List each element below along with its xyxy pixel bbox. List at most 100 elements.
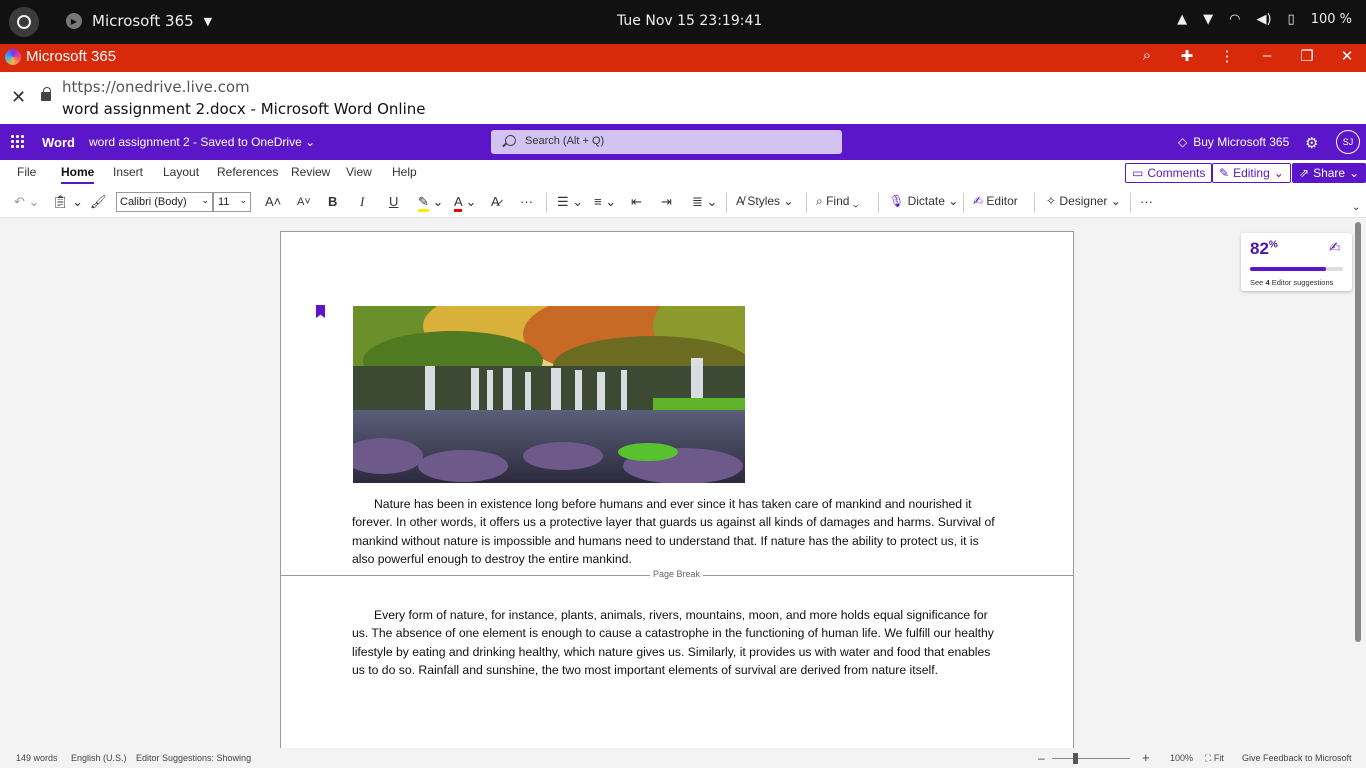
waterfall-image[interactable] [353,306,745,483]
designer-label: Designer [1059,194,1108,208]
fit-icon: ⛶ [1205,753,1212,763]
grow-font-icon[interactable]: A˄ [265,194,281,209]
battery-icon: ▯ [1287,12,1295,27]
chevron-down-icon: ⌄ [1273,166,1284,180]
tab-layout[interactable]: Layout [163,165,199,179]
maximize-icon[interactable]: ❐ [1296,47,1318,65]
designer-button[interactable]: ✧ Designer ⌄ [1046,194,1121,208]
active-app-name: Microsoft 365 [92,12,194,30]
active-app-menu[interactable]: ▶ Microsoft 365 ▼ [66,12,212,30]
dictate-button[interactable]: 🎙︎ Dictate ⌄ [889,194,958,208]
paragraph-2[interactable]: Every form of nature, for instance, plan… [352,606,1004,679]
word-count[interactable]: 149 words [16,753,58,763]
zoom-level[interactable]: 100% [1170,753,1193,763]
zoom-slider-thumb[interactable] [1073,753,1078,764]
word-app-name[interactable]: Word [42,135,75,150]
tab-references[interactable]: References [217,165,278,179]
divider [1034,193,1035,213]
minimize-icon[interactable]: – [1256,47,1278,65]
bullets-icon[interactable]: ☰ ⌄ [557,194,583,210]
tab-help[interactable]: Help [392,165,417,179]
styles-label: Styles [747,194,781,208]
collapse-ribbon-icon[interactable]: ⌄ [1352,202,1360,213]
tab-file[interactable]: File [17,165,36,179]
comments-label: Comments [1147,166,1206,180]
feedback-link[interactable]: Give Feedback to Microsoft [1242,753,1352,763]
italic-button[interactable]: I [360,194,364,210]
zoom-in-icon[interactable]: + [1142,750,1150,765]
more-vertical-icon[interactable]: ⋮ [1216,47,1238,65]
search-input[interactable]: Search (Alt + Q) [491,130,842,154]
url-domain[interactable]: https://onedrive.live.com [62,78,250,96]
shrink-font-icon[interactable]: A˅ [297,196,311,208]
diamond-icon: ◇ [1178,135,1188,149]
editing-mode-button[interactable]: ✎ Editing ⌄ [1212,163,1291,183]
underline-button[interactable]: U [389,194,398,209]
search-placeholder: Search (Alt + Q) [525,135,605,147]
editor-score: 82% [1250,239,1278,258]
more-font-options-icon[interactable]: ··· [520,194,533,209]
editor-button[interactable]: ✍︎ Editor [973,194,1018,208]
clear-formatting-icon[interactable]: A̷ [491,194,500,209]
font-size-select[interactable]: 11 ⌄ [213,192,251,212]
styles-button[interactable]: A̸ Styles ⌄ [736,194,793,208]
ribbon-tabs: File Home Insert Layout References Revie… [0,160,1366,186]
undo-icon[interactable]: ↶ ⌄ [14,194,39,210]
divider [1130,193,1131,213]
close-window-icon[interactable]: ✕ [1336,47,1358,65]
font-color-icon[interactable]: A ⌄ [454,194,476,212]
tab-insert[interactable]: Insert [113,165,143,179]
editor-suggestions-link[interactable]: See 4 Editor suggestions [1250,278,1333,287]
share-button[interactable]: ⇗ Share ⌄ [1292,163,1366,183]
decrease-indent-icon[interactable]: ⇤ [631,194,642,210]
comments-button[interactable]: ▭ Comments [1125,163,1213,183]
avatar[interactable]: SJ [1336,130,1360,154]
page-break-label: Page Break [650,569,704,579]
tab-review[interactable]: Review [291,165,330,179]
divider [878,193,879,213]
gear-icon[interactable]: ⚙ [1305,134,1318,152]
system-clock[interactable]: Tue Nov 15 23:19:41 [617,13,762,29]
fit-button[interactable]: ⛶ Fit [1205,753,1224,764]
close-icon[interactable]: ✕ [11,87,26,108]
font-size-value: 11 [218,196,230,208]
chevron-down-icon: ⌄ [239,195,247,205]
highlight-icon[interactable]: ✎ ⌄ [418,194,443,212]
zoom-slider-track[interactable] [1052,758,1130,759]
divider [963,193,964,213]
font-family-select[interactable]: Calibri (Body) ⌄ [116,192,213,212]
document-title[interactable]: word assignment 2 - Saved to OneDrive ⌄ [89,135,315,149]
share-icon: ⇗ [1299,166,1310,180]
styles-icon: A̸ [736,194,745,208]
align-icon[interactable]: ≣ ⌄ [692,194,717,210]
increase-indent-icon[interactable]: ⇥ [661,194,672,210]
zoom-out-icon[interactable]: – [1038,751,1045,765]
vertical-scrollbar[interactable] [1355,218,1363,748]
microphone-icon: 🎙︎ [889,194,905,208]
more-options-icon[interactable]: ··· [1140,194,1153,209]
search-icon [505,135,516,146]
paragraph-1[interactable]: Nature has been in existence long before… [352,495,1004,568]
zoom-search-icon[interactable]: ⌕ [1136,47,1158,65]
browser-window-title: Microsoft 365 [26,48,117,65]
bold-button[interactable]: B [328,194,337,209]
editing-label: Editing [1233,166,1270,180]
numbering-icon[interactable]: ≡ ⌄ [594,194,616,210]
launcher-button[interactable] [9,7,39,37]
editor-suggestions-status[interactable]: Editor Suggestions: Showing [136,753,251,763]
format-painter-icon[interactable]: 🖌︎ [90,194,107,210]
find-button[interactable]: ⌕ Find ⌄ [816,194,858,209]
system-tray[interactable]: ▲ ▼ ◠ ◀) ▯ 100 % [1177,12,1352,27]
fit-label: Fit [1213,753,1224,763]
scrollbar-thumb[interactable] [1355,222,1361,642]
battery-level: 100 % [1310,12,1352,27]
tab-view[interactable]: View [346,165,372,179]
buy-microsoft-365-button[interactable]: ◇ Buy Microsoft 365 [1178,135,1289,149]
language[interactable]: English (U.S.) [71,753,127,763]
app-launcher-icon[interactable] [11,135,25,149]
editor-score-card[interactable]: 82% ✍︎ See 4 Editor suggestions [1241,233,1352,291]
tab-home[interactable]: Home [61,165,95,184]
extension-puzzle-icon[interactable]: ✚ [1176,47,1198,65]
chevron-down-icon: ▼ [1203,12,1214,27]
paste-icon[interactable]: 📋︎ ⌄ [52,194,83,210]
